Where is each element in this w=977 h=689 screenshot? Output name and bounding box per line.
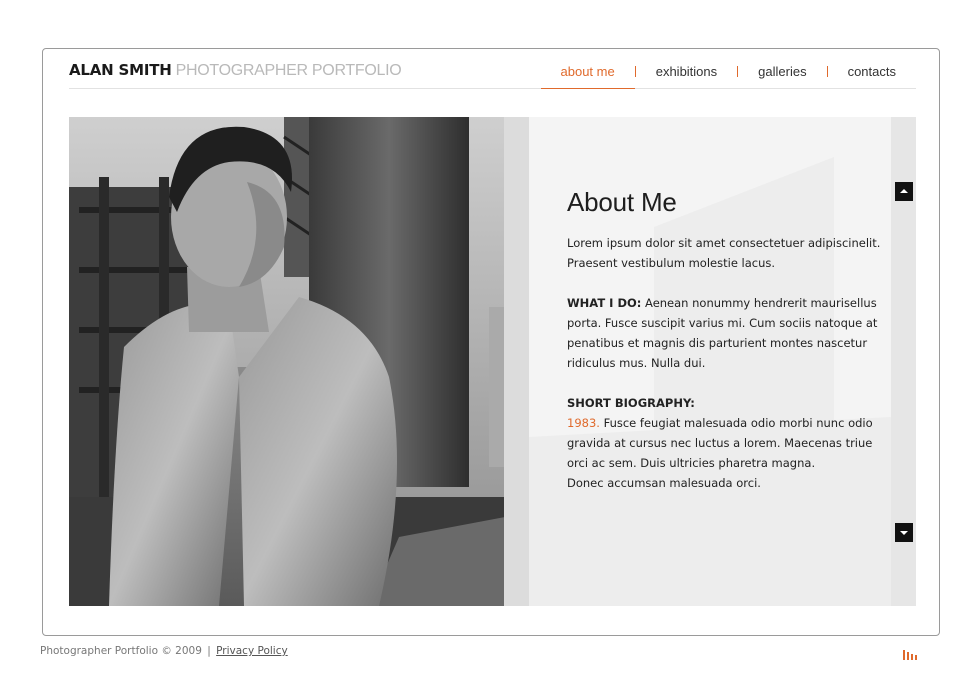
privacy-policy-link[interactable]: Privacy Policy [216, 645, 288, 657]
scroll-up-button[interactable] [895, 182, 913, 201]
what-i-do-label: WHAT I DO: [567, 296, 642, 310]
nav-item-about-me[interactable]: about me [540, 58, 635, 89]
nav-item-contacts[interactable]: contacts [828, 58, 916, 88]
biography-text: Fusce feugiat malesuada odio morbi nunc … [567, 416, 873, 470]
brand-name: ALAN SMITH [69, 61, 172, 79]
arrow-down-icon [900, 531, 908, 535]
about-panel: About Me Lorem ipsum dolor sit amet cons… [504, 117, 916, 606]
what-i-do-section: WHAT I DO: Aenean nonummy hendrerit maur… [567, 293, 882, 373]
footer-copyright: Photographer Portfolio © 2009 [40, 645, 202, 657]
brand-tagline: PHOTOGRAPHER PORTFOLIO [175, 62, 402, 79]
short-biography-section: SHORT BIOGRAPHY: 1983. Fusce feugiat mal… [567, 393, 882, 493]
page-title: About Me [567, 187, 677, 217]
portrait-photo [69, 117, 505, 606]
intro-text: Lorem ipsum dolor sit amet consectetuer … [567, 236, 881, 270]
footer-logo-icon [903, 645, 919, 664]
about-content: About Me Lorem ipsum dolor sit amet cons… [567, 187, 882, 493]
arrow-up-icon [900, 189, 908, 193]
short-biography-label: SHORT BIOGRAPHY: [567, 396, 695, 410]
footer-separator: | [207, 645, 211, 657]
biography-year: 1983. [567, 416, 600, 430]
brand: ALAN SMITH PHOTOGRAPHER PORTFOLIO [69, 60, 402, 80]
main-nav: about me exhibitions galleries contacts [540, 58, 916, 89]
nav-item-galleries[interactable]: galleries [738, 58, 826, 88]
biography-text-2: Donec accumsan malesuada orci. [567, 476, 761, 490]
portrait-photo-image [69, 117, 505, 606]
scroll-down-button[interactable] [895, 523, 913, 542]
footer: Photographer Portfolio © 2009 | Privacy … [40, 645, 288, 657]
nav-item-exhibitions[interactable]: exhibitions [636, 58, 737, 88]
header: ALAN SMITH PHOTOGRAPHER PORTFOLIO about m… [69, 58, 916, 89]
